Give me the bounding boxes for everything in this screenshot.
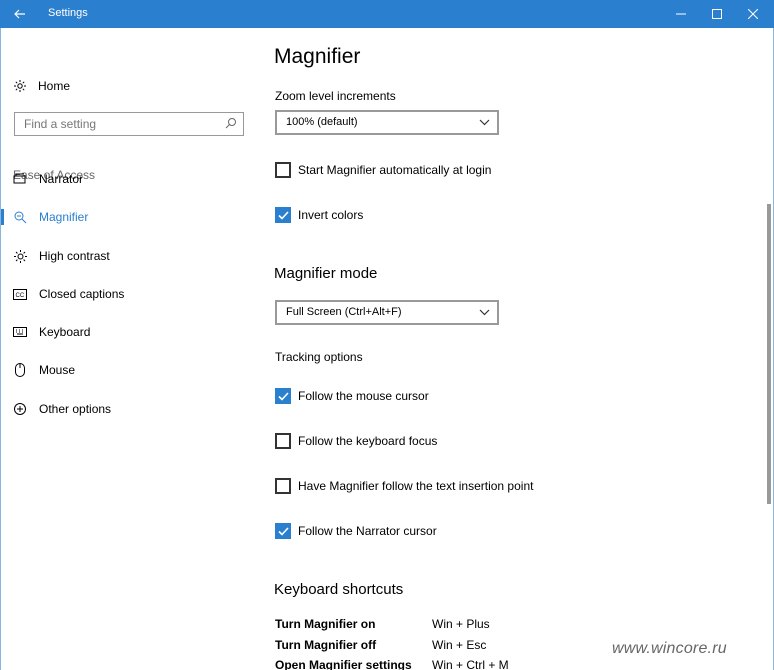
window-title: Settings <box>48 7 88 19</box>
maximize-button[interactable] <box>700 0 734 28</box>
checkbox-label: Invert colors <box>298 208 364 222</box>
shortcut-name: Turn Magnifier on <box>275 617 376 631</box>
closed-captions-icon: CC <box>13 287 27 301</box>
svg-text:CC: CC <box>16 293 25 299</box>
search-input[interactable]: Find a setting <box>14 112 244 136</box>
shortcut-keys: Win + Esc <box>432 638 487 652</box>
magnifier-icon <box>13 210 27 224</box>
minimize-button[interactable] <box>664 0 698 28</box>
close-button[interactable] <box>736 0 770 28</box>
zoom-level-dropdown[interactable]: 100% (default) <box>275 110 499 135</box>
start-automatically-checkbox[interactable]: Start Magnifier automatically at login <box>275 161 491 179</box>
search-icon[interactable] <box>225 117 237 132</box>
chevron-down-icon <box>479 307 490 319</box>
follow-text-insertion-checkbox[interactable]: Have Magnifier follow the text insertion… <box>275 477 533 495</box>
sidebar-item-other-options[interactable]: Other options <box>1 394 253 424</box>
main-content: Magnifier Zoom level increments 100% (de… <box>253 28 773 670</box>
invert-colors-checkbox[interactable]: Invert colors <box>275 206 363 224</box>
page-title: Magnifier <box>274 45 361 68</box>
checkbox-box[interactable] <box>275 388 291 404</box>
checkbox-label: Follow the mouse cursor <box>298 389 429 403</box>
shortcut-keys: Win + Plus <box>432 617 490 631</box>
shortcut-name: Turn Magnifier off <box>275 638 377 652</box>
sidebar: Home Find a setting Ease of Access Narra… <box>1 28 253 670</box>
minimize-icon <box>676 13 686 15</box>
checkbox-label: Follow the Narrator cursor <box>298 524 437 538</box>
keyboard-icon <box>13 325 27 339</box>
back-button[interactable] <box>0 0 40 28</box>
scrollbar-thumb[interactable] <box>767 204 771 504</box>
sidebar-item-label: Keyboard <box>39 325 91 339</box>
checkbox-box[interactable] <box>275 478 291 494</box>
follow-narrator-cursor-checkbox[interactable]: Follow the Narrator cursor <box>275 522 437 540</box>
follow-mouse-checkbox[interactable]: Follow the mouse cursor <box>275 387 429 405</box>
checkbox-label: Follow the keyboard focus <box>298 434 438 448</box>
tracking-options-label: Tracking options <box>275 350 363 364</box>
back-arrow-icon <box>14 9 25 19</box>
maximize-icon <box>712 9 722 19</box>
gear-icon <box>14 80 26 92</box>
magnifier-mode-heading: Magnifier mode <box>274 265 378 282</box>
checkbox-box[interactable] <box>275 433 291 449</box>
checkbox-box[interactable] <box>275 523 291 539</box>
other-options-icon <box>13 402 27 416</box>
magnifier-mode-value: Full Screen (Ctrl+Alt+F) <box>286 306 402 318</box>
checkbox-label: Have Magnifier follow the text insertion… <box>298 479 534 493</box>
checkbox-label: Start Magnifier automatically at login <box>298 163 492 177</box>
checkbox-box[interactable] <box>275 207 291 223</box>
home-link[interactable]: Home <box>13 76 70 96</box>
sidebar-item-label: Other options <box>39 402 112 416</box>
brightness-icon <box>13 249 27 263</box>
sidebar-item-label: Narrator <box>39 172 84 186</box>
shortcut-keys: Win + Ctrl + M <box>432 658 509 670</box>
sidebar-item-mouse[interactable]: Mouse <box>1 355 253 385</box>
sidebar-item-label: High contrast <box>39 249 110 263</box>
zoom-level-value: 100% (default) <box>286 116 358 128</box>
narrator-icon <box>13 172 27 186</box>
sidebar-item-high-contrast[interactable]: High contrast <box>1 241 253 271</box>
search-placeholder: Find a setting <box>24 117 97 131</box>
sidebar-item-keyboard[interactable]: Keyboard <box>1 317 253 347</box>
chevron-down-icon <box>479 117 490 129</box>
title-bar: Settings <box>0 0 774 28</box>
sidebar-item-label: Magnifier <box>39 210 89 224</box>
sidebar-item-narrator[interactable]: Narrator <box>1 164 253 194</box>
watermark: www.wincore.ru <box>612 640 727 657</box>
sidebar-item-label: Mouse <box>39 363 76 377</box>
sidebar-item-closed-captions[interactable]: CC Closed captions <box>1 279 253 309</box>
sidebar-item-magnifier[interactable]: Magnifier <box>1 202 253 232</box>
keyboard-shortcuts-heading: Keyboard shortcuts <box>274 581 404 598</box>
mouse-icon <box>13 363 27 377</box>
follow-keyboard-focus-checkbox[interactable]: Follow the keyboard focus <box>275 432 437 450</box>
zoom-level-label: Zoom level increments <box>275 89 396 103</box>
close-icon <box>748 9 758 19</box>
shortcut-name: Open Magnifier settings <box>275 658 412 670</box>
home-label: Home <box>38 79 71 93</box>
sidebar-item-label: Closed captions <box>39 287 125 301</box>
magnifier-mode-dropdown[interactable]: Full Screen (Ctrl+Alt+F) <box>275 300 499 325</box>
checkbox-box[interactable] <box>275 162 291 178</box>
